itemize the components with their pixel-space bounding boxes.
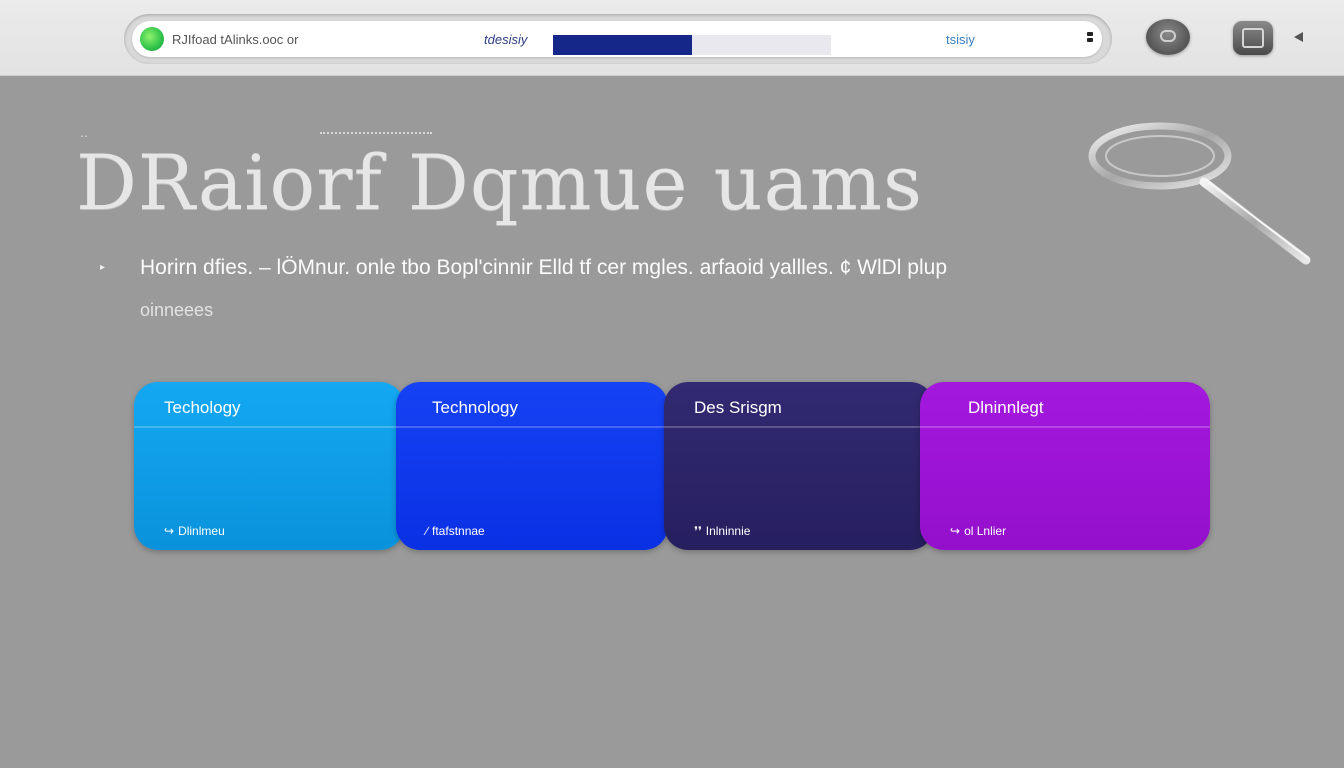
window-button[interactable] (1233, 21, 1273, 55)
link-icon: ↪ (950, 524, 961, 538)
globe-icon (140, 27, 164, 51)
address-bar[interactable]: RJIfoad tAlinks.ooc or tdesisiy tsisiy (124, 14, 1112, 64)
card-footer-label: ol Lnlier (964, 524, 1007, 538)
bullet-continuation: oinneees (140, 300, 214, 320)
card-technology-1[interactable]: Techology ↪ Dlinlmeu (134, 382, 404, 550)
load-progress-fill (553, 35, 692, 55)
card-footer-label: ftafstnnae (432, 524, 485, 538)
card-development[interactable]: Dlninnlegt ↪ ol Lnlier (920, 382, 1210, 550)
page-title: DRaiorf Dqmue uams (76, 138, 923, 227)
card-title: Dlninnlegt (968, 398, 1044, 417)
back-arrow-icon[interactable] (1294, 32, 1303, 42)
decorative-dots (320, 132, 432, 134)
magnifier-icon (1088, 122, 1311, 265)
card-header (920, 382, 1210, 428)
quote-icon: ❜❜ (694, 524, 702, 538)
toggle-button[interactable] (1146, 19, 1190, 55)
card-title: Technology (432, 398, 519, 417)
card-footer[interactable]: ❜❜ Inlninnie (694, 524, 750, 538)
address-field[interactable]: RJIfoad tAlinks.ooc or tdesisiy tsisiy (132, 21, 1102, 57)
category-cards: Techology ↪ Dlinlmeu Technology ∕ ftafstnn… (134, 382, 1214, 552)
card-footer[interactable]: ∕ ftafstnnae (426, 524, 485, 538)
card-footer[interactable]: ↪ ol Lnlier (950, 524, 1006, 538)
pen-icon: ∕ (426, 524, 429, 538)
card-title: Techology (164, 398, 241, 417)
bullet-icon: ▸ (100, 262, 106, 273)
card-technology-2[interactable]: Technology ∕ ftafstnnae (396, 382, 668, 550)
link-icon: ↪ (164, 524, 175, 538)
kebab-menu-icon[interactable] (1087, 32, 1095, 46)
address-segment: tdesisiy (484, 32, 528, 47)
window-icon (1242, 28, 1264, 48)
browser-toolbar: RJIfoad tAlinks.ooc or tdesisiy tsisiy (0, 0, 1344, 76)
card-footer-label: Dlinlmeu (178, 524, 225, 538)
card-design[interactable]: Des Srisgm ❜❜ Inlninnie (664, 382, 934, 550)
bullet-text: Horirn dfies. – lÖMnur. onle tbo Bopl'ci… (140, 256, 948, 279)
card-title: Des Srisgm (694, 398, 782, 417)
card-footer-label: Inlninnie (705, 524, 751, 538)
address-text[interactable]: RJIfoad tAlinks.ooc or (172, 32, 298, 47)
address-segment-right: tsisiy (946, 32, 975, 47)
card-footer[interactable]: ↪ Dlinlmeu (164, 524, 225, 538)
load-progress-bar (553, 35, 831, 55)
toggle-icon (1160, 30, 1176, 42)
